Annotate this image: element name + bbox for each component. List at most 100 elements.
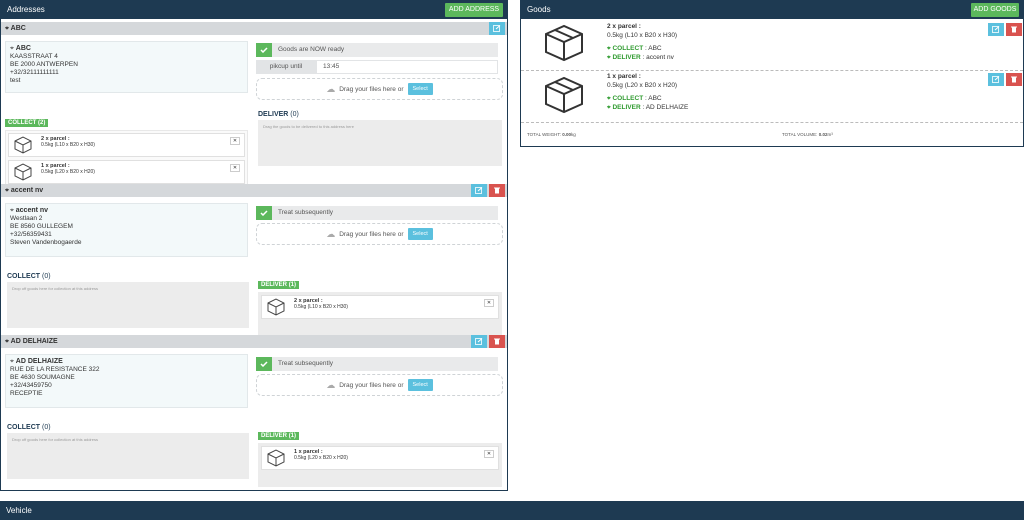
file-drop-zone[interactable]: ☁ Drag your files here or Select	[256, 374, 503, 396]
pickup-label: pikcup until	[256, 60, 316, 74]
collect-section: COLLECT (0) Drop off goods here for coll…	[7, 424, 249, 479]
edit-icon	[475, 187, 483, 194]
parcel-icon	[545, 76, 583, 114]
address-name: accent nv	[15, 207, 49, 214]
parcel-icon	[14, 136, 32, 154]
deliver-drop-area[interactable]: Drag the goods to be delivered to this a…	[258, 120, 502, 166]
deliver-item[interactable]: 1 x parcel :0.5kg (L20 x B20 x H20) ✕	[261, 446, 499, 470]
collect-marker-icon: ⌖	[607, 45, 611, 52]
addresses-header: Addresses ADD ADDRESS	[1, 1, 507, 19]
file-drop-zone[interactable]: ☁ Drag your files here or Select	[256, 223, 503, 245]
collect-item[interactable]: 1 x parcel :0.5kg (L20 x B20 x H20) ✕	[8, 160, 245, 184]
total-weight: TOTAL WEIGHT: 0.00kg	[527, 132, 576, 137]
edit-goods-button[interactable]	[988, 23, 1004, 36]
delete-address-button[interactable]	[489, 335, 505, 348]
deliver-marker-icon: ⌖	[607, 53, 611, 61]
deliver-section: DELIVER (1) 1 x parcel :0.5kg (L20 x B20…	[258, 424, 502, 487]
total-volume: TOTAL VOLUME: 0.02m³	[782, 132, 833, 137]
cloud-upload-icon: ☁	[326, 228, 336, 239]
select-file-button[interactable]: Select	[407, 83, 433, 95]
goods-deliver-label: DELIVER	[612, 53, 641, 61]
file-drop-zone[interactable]: ☁ Drag your files here or Select	[256, 78, 503, 100]
address-phone: +32/56359431	[10, 231, 52, 238]
map-marker-icon: ⌖	[5, 338, 9, 345]
status-dropdown[interactable]: Treat subsequently	[256, 357, 498, 371]
map-marker-icon: ⌖	[10, 358, 14, 365]
edit-icon	[992, 76, 1000, 83]
trash-icon	[1011, 26, 1017, 33]
deliver-tag: DELIVER (1)	[258, 432, 300, 440]
address-city: BE 8560 GULLEGEM	[10, 223, 73, 230]
delete-address-button[interactable]	[489, 184, 505, 197]
edit-icon	[493, 25, 501, 32]
collect-label: COLLECT (0)	[7, 273, 51, 280]
remove-item-button[interactable]: ✕	[230, 164, 240, 172]
add-goods-button[interactable]: ADD GOODS	[971, 3, 1019, 17]
edit-icon	[475, 338, 483, 345]
check-icon	[256, 206, 272, 220]
status-dropdown[interactable]: Treat subsequently	[256, 206, 498, 220]
collect-item[interactable]: 2 x parcel :0.5kg (L10 x B20 x H30) ✕	[8, 133, 245, 157]
remove-item-button[interactable]: ✕	[484, 450, 494, 458]
addresses-title: Addresses	[7, 5, 45, 14]
address-contact: test	[10, 77, 21, 84]
address-name: AD DELHAIZE	[10, 338, 58, 345]
goods-item: 1 x parcel : 0.5kg (L20 x B20 x H20) ⌖ C…	[521, 71, 1023, 123]
address-city: BE 4630 SOUMAGNE	[10, 374, 75, 381]
address-name: AD DELHAIZE	[15, 358, 63, 365]
address-bar-abc: ⌖ ABC	[1, 22, 507, 35]
status-text: Treat subsequently	[278, 209, 334, 216]
collect-tag: COLLECT (2)	[5, 119, 49, 127]
goods-item-detail: 0.5kg (L20 x B20 x H20)	[607, 81, 678, 89]
goods-title: Goods	[527, 5, 551, 14]
status-text: Treat subsequently	[278, 360, 334, 367]
check-icon	[256, 357, 272, 371]
deliver-section: DELIVER (0) Drag the goods to be deliver…	[258, 111, 502, 166]
address-name: accent nv	[10, 187, 44, 194]
status-dropdown[interactable]: Goods are NOW ready	[256, 43, 498, 57]
pickup-time-input[interactable]: 13:45	[316, 60, 498, 74]
collect-drop-area[interactable]: Drop off goods here for collection at th…	[7, 433, 249, 479]
collect-section: COLLECT (0) Drop off goods here for coll…	[7, 273, 249, 328]
parcel-icon	[267, 449, 285, 467]
add-address-button[interactable]: ADD ADDRESS	[445, 3, 503, 17]
remove-item-button[interactable]: ✕	[230, 137, 240, 145]
edit-goods-button[interactable]	[988, 73, 1004, 86]
address-phone: +32/43459750	[10, 382, 52, 389]
address-bar-accent: ⌖ accent nv	[1, 184, 507, 197]
select-file-button[interactable]: Select	[407, 379, 433, 391]
deliver-tag: DELIVER (1)	[258, 281, 300, 289]
pickup-row: pikcup until 13:45	[256, 60, 498, 74]
address-street: Westlaan 2	[10, 215, 43, 222]
collect-marker-icon: ⌖	[607, 95, 611, 102]
goods-item-title: 1 x parcel :	[607, 73, 641, 80]
delete-goods-button[interactable]	[1006, 23, 1022, 36]
map-marker-icon: ⌖	[10, 207, 14, 214]
address-contact: Steven Vandenbogaerde	[10, 239, 82, 246]
deliver-section: DELIVER (1) 2 x parcel :0.5kg (L10 x B20…	[258, 273, 502, 336]
goods-item-detail: 0.5kg (L10 x B20 x H30)	[607, 31, 678, 39]
address-phone: +32/32111111111	[10, 69, 59, 76]
map-marker-icon: ⌖	[5, 25, 9, 32]
goods-panel: Goods ADD GOODS 2 x parcel : 0.5kg (L10 …	[520, 0, 1024, 147]
address-city: BE 2000 ANTWERPEN	[10, 61, 78, 68]
select-file-button[interactable]: Select	[407, 228, 433, 240]
remove-item-button[interactable]: ✕	[484, 299, 494, 307]
deliver-item[interactable]: 2 x parcel :0.5kg (L10 x B20 x H30) ✕	[261, 295, 499, 319]
drop-text: Drag your files here or	[339, 381, 404, 389]
delete-goods-button[interactable]	[1006, 73, 1022, 86]
goods-item-title: 2 x parcel :	[607, 23, 641, 30]
address-name: ABC	[10, 25, 26, 32]
edit-address-button[interactable]	[489, 22, 505, 35]
edit-address-button[interactable]	[471, 184, 487, 197]
goods-collect-label: COLLECT	[612, 45, 644, 52]
collect-label: COLLECT (0)	[7, 424, 51, 431]
item-detail: 0.5kg (L20 x B20 x H20)	[41, 169, 95, 175]
item-detail: 0.5kg (L10 x B20 x H30)	[294, 304, 348, 310]
parcel-icon	[545, 24, 583, 62]
vehicle-title: Vehicle	[6, 506, 32, 515]
collect-drop-area[interactable]: Drop off goods here for collection at th…	[7, 282, 249, 328]
edit-address-button[interactable]	[471, 335, 487, 348]
deliver-label: DELIVER (0)	[258, 111, 299, 118]
parcel-icon	[267, 298, 285, 316]
